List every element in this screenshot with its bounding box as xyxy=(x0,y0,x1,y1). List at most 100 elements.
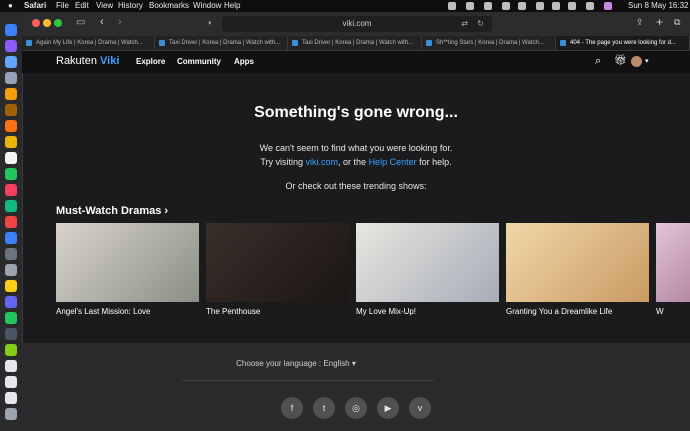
folder-icon[interactable] xyxy=(5,376,17,388)
app-icon[interactable] xyxy=(5,136,17,148)
language-selector[interactable]: Choose your language : English ▾ xyxy=(22,359,570,368)
notes-icon[interactable] xyxy=(5,280,17,292)
app-icon[interactable] xyxy=(5,72,17,84)
tab-overview-icon[interactable]: ⧉ xyxy=(674,17,680,28)
avatar[interactable] xyxy=(631,56,642,67)
browser-tab[interactable]: Again My Life | Korea | Drama | Watch... xyxy=(22,36,155,50)
nav-apps[interactable]: Apps xyxy=(234,57,254,66)
viki-favicon-icon xyxy=(159,40,165,46)
help-message: Try visiting viki.com, or the Help Cente… xyxy=(260,157,452,167)
address-bar-url: viki.com xyxy=(342,19,372,28)
viki-icon[interactable]: v xyxy=(409,397,431,419)
browser-tab[interactable]: Taxi Driver | Korea | Drama | Watch with… xyxy=(155,36,288,50)
footer-divider xyxy=(182,380,434,381)
privacy-shield-icon[interactable]: ◐ xyxy=(208,18,213,27)
calendar-icon[interactable] xyxy=(5,152,17,164)
sidebar-icon[interactable]: ▭ xyxy=(76,17,85,28)
show-card-thumbnail[interactable] xyxy=(656,223,690,302)
trending-section-title[interactable]: Must-Watch Dramas › xyxy=(56,205,168,217)
status-icon[interactable] xyxy=(448,2,456,10)
viki-favicon-icon xyxy=(560,40,566,46)
status-icon[interactable] xyxy=(502,2,510,10)
twitter-icon[interactable]: t xyxy=(313,397,335,419)
siri-icon[interactable] xyxy=(604,2,612,10)
menu-file[interactable]: File xyxy=(56,0,69,12)
trash-icon[interactable] xyxy=(5,408,17,420)
translate-icon[interactable]: ⇄ xyxy=(461,16,468,32)
app-icon[interactable] xyxy=(5,40,17,52)
browser-tab[interactable]: Sh**ting Stars | Korea | Drama | Watch..… xyxy=(422,36,556,50)
control-center-icon[interactable] xyxy=(586,2,594,10)
apple-icon[interactable]: ● xyxy=(8,0,13,12)
app-icon[interactable] xyxy=(5,344,17,356)
page-title: Something's gone wrong... xyxy=(254,104,458,121)
menu-view[interactable]: View xyxy=(96,0,113,12)
status-icon[interactable] xyxy=(466,2,474,10)
app-icon[interactable] xyxy=(5,200,17,212)
app-icon[interactable] xyxy=(5,104,17,116)
new-tab-icon[interactable]: + xyxy=(656,15,663,29)
youtube-icon[interactable]: ▶ xyxy=(377,397,399,419)
show-card-thumbnail[interactable] xyxy=(56,223,199,302)
browser-tab[interactable]: Taxi Driver | Korea | Drama | Watch with… xyxy=(288,36,422,50)
app-icon[interactable] xyxy=(5,184,17,196)
app-icon[interactable] xyxy=(5,216,17,228)
help-center-link[interactable]: Help Center xyxy=(369,157,417,167)
spotify-icon[interactable] xyxy=(5,312,17,324)
finder-icon[interactable] xyxy=(5,24,17,36)
folder-icon[interactable] xyxy=(5,360,17,372)
chevron-down-icon[interactable]: ▾ xyxy=(645,57,649,65)
show-card-title[interactable]: My Love Mix-Up! xyxy=(356,307,416,316)
app-icon[interactable] xyxy=(5,232,17,244)
reload-icon[interactable]: ↻ xyxy=(477,16,484,32)
chevron-right-icon: › xyxy=(164,205,169,217)
instagram-icon[interactable]: ◎ xyxy=(345,397,367,419)
back-icon[interactable]: ‹ xyxy=(100,16,104,28)
close-window-button[interactable] xyxy=(32,19,40,27)
status-icon[interactable] xyxy=(518,2,526,10)
show-card-title[interactable]: The Penthouse xyxy=(206,307,260,316)
menu-app-name[interactable]: Safari xyxy=(24,0,46,12)
app-icon[interactable] xyxy=(5,88,17,100)
menu-history[interactable]: History xyxy=(118,0,143,12)
menu-window[interactable]: Window xyxy=(193,0,221,12)
show-card-title[interactable]: Angel's Last Mission: Love xyxy=(56,307,150,316)
show-card-thumbnail[interactable] xyxy=(206,223,349,302)
folder-icon[interactable] xyxy=(5,392,17,404)
facebook-icon[interactable]: f xyxy=(281,397,303,419)
address-bar[interactable]: viki.com ⇄ ↻ xyxy=(222,16,492,32)
gift-icon[interactable]: 🎁︎ xyxy=(614,55,627,66)
share-icon[interactable]: ⇪ xyxy=(636,17,644,28)
forward-icon[interactable]: › xyxy=(118,16,122,28)
menu-clock[interactable]: Sun 8 May 16:32 xyxy=(628,0,688,12)
viki-header xyxy=(22,51,690,73)
minimize-window-button[interactable] xyxy=(43,19,51,27)
show-card-thumbnail[interactable] xyxy=(356,223,499,302)
show-card-title[interactable]: W xyxy=(656,307,664,316)
nav-community[interactable]: Community xyxy=(177,57,221,66)
menu-bookmarks[interactable]: Bookmarks xyxy=(149,0,189,12)
show-card-thumbnail[interactable] xyxy=(506,223,649,302)
settings-icon[interactable] xyxy=(5,264,17,276)
viki-home-link[interactable]: viki.com xyxy=(306,157,339,167)
wifi-icon[interactable] xyxy=(536,2,544,10)
search-icon[interactable]: ⌕ xyxy=(595,55,601,68)
nav-explore[interactable]: Explore xyxy=(136,57,165,66)
teams-icon[interactable] xyxy=(5,296,17,308)
app-icon[interactable] xyxy=(5,56,17,68)
zoom-window-button[interactable] xyxy=(54,19,62,27)
menu-help[interactable]: Help xyxy=(224,0,240,12)
battery-icon[interactable] xyxy=(552,2,560,10)
app-icon[interactable] xyxy=(5,248,17,260)
show-card-title[interactable]: Granting You a Dreamlike Life xyxy=(506,307,612,316)
app-icon[interactable] xyxy=(5,328,17,340)
dock xyxy=(0,12,23,431)
search-icon[interactable] xyxy=(568,2,576,10)
browser-tab-active[interactable]: 404 - The page you were looking for d... xyxy=(556,36,690,50)
error-message: We can't seem to find what you were look… xyxy=(259,143,453,153)
menu-edit[interactable]: Edit xyxy=(75,0,89,12)
status-icon[interactable] xyxy=(484,2,492,10)
messages-icon[interactable] xyxy=(5,168,17,180)
app-icon[interactable] xyxy=(5,120,17,132)
viki-logo[interactable]: Rakuten Viki xyxy=(56,55,119,67)
